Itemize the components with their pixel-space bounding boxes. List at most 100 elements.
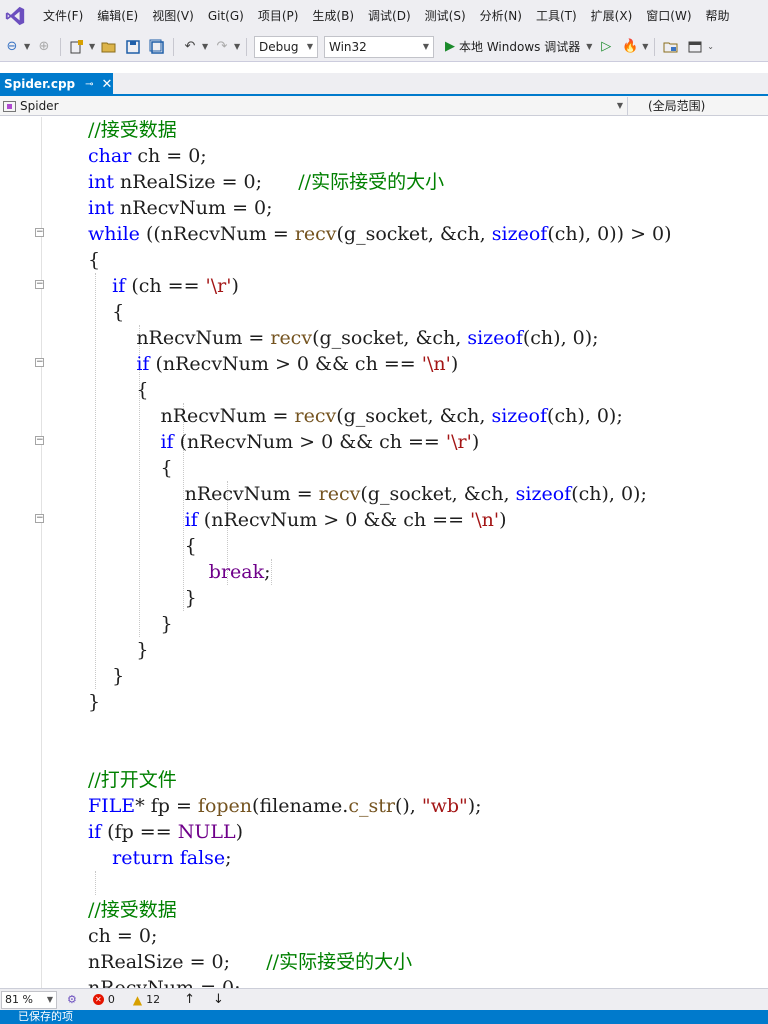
- collapse-icon[interactable]: −: [35, 358, 44, 367]
- toolbar-overflow-icon[interactable]: ⌄: [707, 42, 715, 51]
- menu-item[interactable]: 文件(F): [36, 0, 90, 32]
- navigate-back-icon[interactable]: ⊖: [2, 37, 22, 57]
- code-line[interactable]: }: [88, 637, 148, 663]
- undo-icon[interactable]: ↶: [180, 37, 200, 57]
- scope-left-label: Spider: [20, 98, 59, 113]
- code-token: //实际接受的大小: [298, 171, 445, 193]
- code-line[interactable]: if (nRecvNum > 0 && ch == '\n'): [88, 351, 458, 377]
- chevron-down-icon[interactable]: ▼: [234, 42, 242, 51]
- menu-item[interactable]: 编辑(E): [90, 0, 145, 32]
- code-line[interactable]: }: [88, 611, 172, 637]
- window-layout-icon[interactable]: [685, 37, 705, 57]
- code-line[interactable]: break;: [88, 559, 271, 585]
- error-count[interactable]: ✕ 0: [92, 993, 115, 1006]
- close-icon[interactable]: ✕: [102, 77, 113, 92]
- tab-spider-cpp[interactable]: Spider.cpp ⊸ ✕: [0, 73, 113, 95]
- code-line[interactable]: if (fp == NULL): [88, 819, 243, 845]
- code-token: (g_socket, &ch,: [336, 223, 492, 245]
- code-token: if: [136, 353, 150, 375]
- code-line[interactable]: {: [88, 377, 148, 403]
- code-token: nRecvNum = 0;: [88, 977, 241, 988]
- new-project-icon[interactable]: [67, 37, 87, 57]
- code-line[interactable]: nRecvNum = recv(g_socket, &ch, sizeof(ch…: [88, 403, 622, 429]
- chevron-down-icon[interactable]: ▼: [202, 42, 210, 51]
- code-token: nRecvNum =: [88, 405, 295, 427]
- menu-item[interactable]: 扩展(X): [584, 0, 640, 32]
- code-line[interactable]: //接受数据: [88, 117, 177, 143]
- code-line[interactable]: {: [88, 299, 124, 325]
- code-line[interactable]: {: [88, 247, 100, 273]
- code-cleanup-icon[interactable]: ⚙: [67, 993, 77, 1006]
- code-line[interactable]: if (nRecvNum > 0 && ch == '\r'): [88, 429, 479, 455]
- visual-studio-logo-icon[interactable]: [4, 5, 26, 27]
- code-line[interactable]: {: [88, 533, 197, 559]
- chevron-down-icon[interactable]: ▼: [89, 42, 97, 51]
- menu-item[interactable]: 测试(S): [418, 0, 473, 32]
- solution-explorer-icon[interactable]: [661, 37, 681, 57]
- code-token: (),: [394, 795, 422, 817]
- menu-item[interactable]: 窗口(W): [639, 0, 698, 32]
- code-line[interactable]: {: [88, 455, 172, 481]
- save-icon[interactable]: [123, 37, 143, 57]
- code-line[interactable]: char ch = 0;: [88, 143, 207, 169]
- code-line[interactable]: }: [88, 663, 124, 689]
- code-token: nRecvNum =: [88, 327, 271, 349]
- chevron-down-icon[interactable]: ▼: [24, 42, 32, 51]
- collapse-icon[interactable]: −: [35, 228, 44, 237]
- code-token: FILE: [88, 795, 136, 817]
- code-line[interactable]: if (nRecvNum > 0 && ch == '\n'): [88, 507, 507, 533]
- menu-item[interactable]: 调试(D): [361, 0, 418, 32]
- code-line[interactable]: }: [88, 689, 100, 715]
- open-file-icon[interactable]: [99, 37, 119, 57]
- warning-count[interactable]: ▲ 12: [133, 993, 160, 1007]
- platform-select[interactable]: Win32 ▼: [324, 35, 434, 58]
- code-token: }: [88, 587, 197, 609]
- code-token: (ch ==: [125, 275, 206, 297]
- menu-item[interactable]: 帮助: [699, 0, 737, 32]
- code-line[interactable]: ch = 0;: [88, 923, 157, 949]
- menu-item[interactable]: Git(G): [201, 0, 251, 32]
- code-token: //接受数据: [88, 119, 177, 141]
- code-line[interactable]: nRealSize = 0; //实际接受的大小: [88, 949, 412, 975]
- zoom-select[interactable]: 81 % ▼: [1, 990, 57, 1009]
- code-line[interactable]: //接受数据: [88, 897, 177, 923]
- menu-item[interactable]: 分析(N): [473, 0, 529, 32]
- code-token: ): [499, 509, 507, 531]
- code-line[interactable]: FILE* fp = fopen(filename.c_str(), "wb")…: [88, 793, 482, 819]
- code-line[interactable]: //打开文件: [88, 767, 177, 793]
- code-token: {: [88, 535, 197, 557]
- menu-item[interactable]: 工具(T): [529, 0, 584, 32]
- start-debugging-button[interactable]: ▶ 本地 Windows 调试器 ▼: [445, 38, 594, 55]
- redo-icon[interactable]: ↷: [212, 37, 232, 57]
- code-line[interactable]: nRecvNum = recv(g_socket, &ch, sizeof(ch…: [88, 481, 647, 507]
- code-line[interactable]: nRecvNum = recv(g_socket, &ch, sizeof(ch…: [88, 325, 598, 351]
- scope-select-right[interactable]: (全局范围): [628, 97, 705, 114]
- pin-icon[interactable]: ⊸: [85, 79, 93, 90]
- code-token: (nRecvNum > 0 && ch ==: [149, 353, 422, 375]
- start-without-debugging-icon[interactable]: ▷: [596, 37, 616, 57]
- code-line[interactable]: nRecvNum = 0;: [88, 975, 241, 988]
- code-token: {: [88, 301, 125, 323]
- next-issue-icon[interactable]: ↓: [213, 992, 224, 1007]
- code-editor[interactable]: − − − − − //接受数据 char ch = 0; int nRealSiz…: [0, 117, 768, 988]
- code-line[interactable]: int nRealSize = 0; //实际接受的大小: [88, 169, 444, 195]
- configuration-select[interactable]: Debug ▼: [254, 35, 318, 58]
- error-count-value: 0: [107, 993, 115, 1006]
- previous-issue-icon[interactable]: ↑: [184, 992, 195, 1007]
- code-line[interactable]: int nRecvNum = 0;: [88, 195, 273, 221]
- scope-select-left[interactable]: Spider ▼: [0, 96, 628, 115]
- hot-reload-icon[interactable]: 🔥: [620, 37, 640, 57]
- code-line[interactable]: while ((nRecvNum = recv(g_socket, &ch, s…: [88, 221, 672, 247]
- chevron-down-icon[interactable]: ▼: [642, 42, 650, 51]
- menu-item[interactable]: 生成(B): [305, 0, 361, 32]
- code-line[interactable]: return false;: [88, 845, 231, 871]
- collapse-icon[interactable]: −: [35, 436, 44, 445]
- collapse-icon[interactable]: −: [35, 514, 44, 523]
- save-all-icon[interactable]: [147, 37, 167, 57]
- collapse-icon[interactable]: −: [35, 280, 44, 289]
- menu-item[interactable]: 视图(V): [145, 0, 201, 32]
- code-line[interactable]: }: [88, 585, 197, 611]
- menu-item[interactable]: 项目(P): [251, 0, 306, 32]
- code-line[interactable]: if (ch == '\r'): [88, 273, 239, 299]
- navigate-forward-icon[interactable]: ⊕: [34, 37, 54, 57]
